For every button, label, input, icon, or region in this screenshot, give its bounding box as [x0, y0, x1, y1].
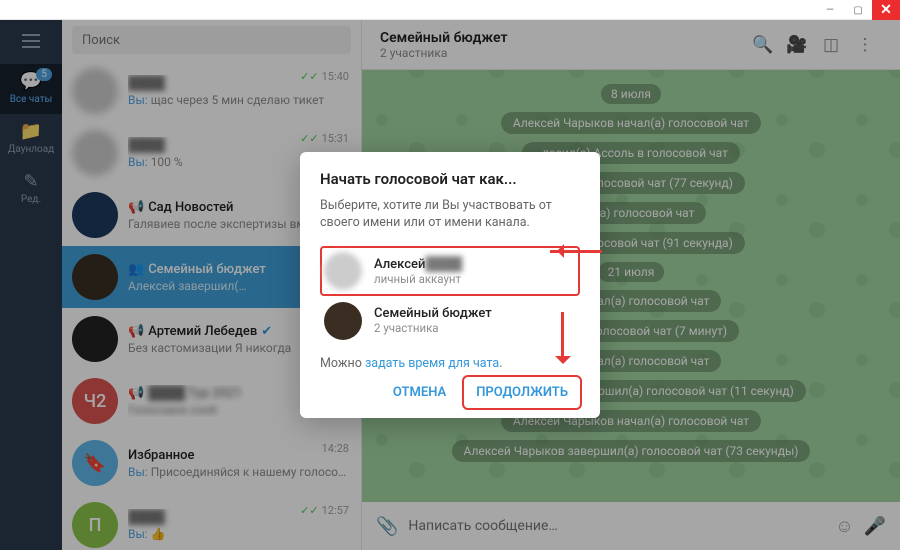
avatar: [324, 252, 362, 290]
modal-title: Начать голосовой чат как...: [320, 170, 580, 188]
cancel-button[interactable]: ОТМЕНА: [381, 377, 458, 408]
maximize-button[interactable]: ▢: [844, 0, 872, 20]
avatar: [324, 302, 362, 340]
schedule-link[interactable]: задать время для чата: [365, 356, 499, 371]
voice-chat-identity-option[interactable]: Семейный бюджет2 участника: [320, 296, 580, 346]
annotation-arrow-continue: [556, 312, 570, 372]
window-titlebar: — ▢ ✕: [0, 0, 900, 20]
continue-button[interactable]: ПРОДОЛЖИТЬ: [464, 377, 580, 408]
voice-chat-identity-option[interactable]: Алексей ████личный аккаунт: [320, 246, 580, 296]
option-subtitle: 2 участника: [374, 321, 492, 335]
modal-link-line: Можно задать время для чата.: [320, 356, 580, 371]
option-subtitle: личный аккаунт: [374, 272, 462, 286]
close-button[interactable]: ✕: [872, 0, 900, 20]
option-title: Семейный бюджет: [374, 306, 492, 321]
modal-subtitle: Выберите, хотите ли Вы участвовать от св…: [320, 198, 580, 232]
option-title: Алексей ████: [374, 256, 462, 272]
annotation-arrow-option: [550, 244, 610, 258]
minimize-button[interactable]: —: [816, 0, 844, 20]
modal-overlay[interactable]: Начать голосовой чат как... Выберите, хо…: [0, 20, 900, 550]
start-voice-chat-modal: Начать голосовой чат как... Выберите, хо…: [300, 152, 600, 418]
